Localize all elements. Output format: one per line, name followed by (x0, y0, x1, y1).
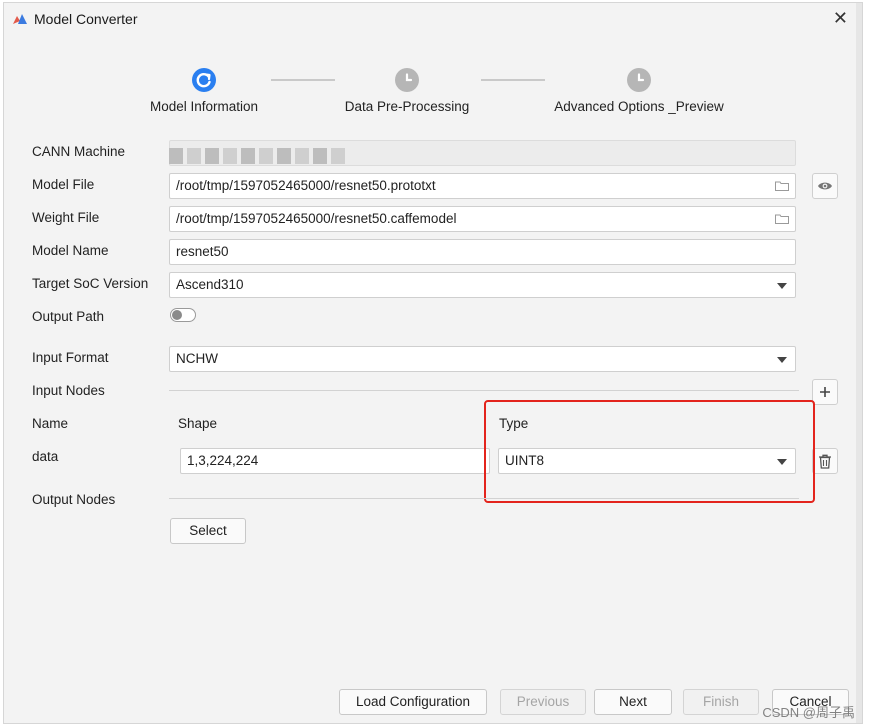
preview-model-button[interactable] (812, 173, 838, 199)
output-path-label: Output Path (32, 309, 105, 324)
input-node-shape-input[interactable]: 1,3,224,224 (180, 448, 490, 474)
finish-button[interactable]: Finish (683, 689, 759, 715)
step-advanced-options-preview: Advanced Options _Preview (544, 68, 734, 114)
trash-icon (819, 454, 831, 469)
folder-icon[interactable] (775, 214, 789, 224)
step-label: Advanced Options _Preview (554, 99, 724, 114)
add-input-node-button[interactable] (812, 379, 838, 405)
watermark-text: CSDN @周子禹 (762, 705, 855, 720)
plus-icon (820, 387, 830, 397)
close-icon[interactable]: ✕ (833, 9, 848, 27)
cann-machine-label: CANN Machine (32, 144, 126, 159)
clock-icon (395, 68, 419, 92)
step-data-pre-processing: Data Pre-Processing (337, 68, 477, 114)
delete-input-node-button[interactable] (812, 448, 838, 474)
output-nodes-label: Output Nodes (32, 492, 116, 507)
target-soc-value: Ascend310 (176, 277, 244, 292)
column-header-shape: Shape (178, 416, 218, 431)
type-highlight-box (484, 400, 815, 503)
model-file-value: /root/tmp/1597052465000/resnet50.prototx… (176, 178, 436, 193)
app-logo-icon (13, 14, 27, 24)
step-label: Model Information (149, 99, 259, 114)
target-soc-label: Target SoC Version (32, 276, 149, 291)
model-name-value: resnet50 (176, 244, 229, 259)
column-header-name: Name (32, 416, 69, 431)
target-soc-select[interactable]: Ascend310 (169, 272, 796, 298)
eye-icon (818, 182, 832, 190)
next-button[interactable]: Next (594, 689, 672, 715)
step-model-information: Model Information (134, 68, 274, 114)
title-bar: Model Converter ✕ (4, 3, 862, 35)
model-name-input[interactable]: resnet50 (169, 239, 796, 265)
output-path-toggle[interactable] (170, 308, 196, 322)
model-converter-window: Model Converter ✕ Model Information Data… (3, 2, 863, 724)
input-format-value: NCHW (176, 351, 218, 366)
input-node-shape-value: 1,3,224,224 (187, 453, 259, 468)
chevron-down-icon (777, 283, 787, 289)
previous-button[interactable]: Previous (500, 689, 586, 715)
input-nodes-divider (169, 390, 799, 391)
weight-file-value: /root/tmp/1597052465000/resnet50.caffemo… (176, 211, 457, 226)
input-format-select[interactable]: NCHW (169, 346, 796, 372)
window-edge (856, 3, 862, 723)
output-nodes-divider (169, 498, 799, 499)
model-file-label: Model File (32, 177, 95, 192)
input-nodes-label: Input Nodes (32, 383, 105, 398)
weight-file-label: Weight File (32, 210, 100, 225)
chevron-down-icon (777, 357, 787, 363)
step-connector (271, 79, 335, 81)
folder-icon[interactable] (775, 181, 789, 191)
redacted-machine-value (169, 148, 345, 164)
window-title: Model Converter (34, 11, 138, 27)
step-connector (481, 79, 545, 81)
toggle-knob (172, 310, 182, 320)
model-file-input[interactable]: /root/tmp/1597052465000/resnet50.prototx… (169, 173, 796, 199)
load-configuration-button[interactable]: Load Configuration (339, 689, 487, 715)
select-output-nodes-button[interactable]: Select (170, 518, 246, 544)
weight-file-input[interactable]: /root/tmp/1597052465000/resnet50.caffemo… (169, 206, 796, 232)
refresh-icon (192, 68, 216, 92)
clock-icon (627, 68, 651, 92)
step-label: Data Pre-Processing (344, 99, 470, 114)
input-node-name: data (32, 449, 59, 464)
input-format-label: Input Format (32, 350, 109, 365)
model-name-label: Model Name (32, 243, 109, 258)
